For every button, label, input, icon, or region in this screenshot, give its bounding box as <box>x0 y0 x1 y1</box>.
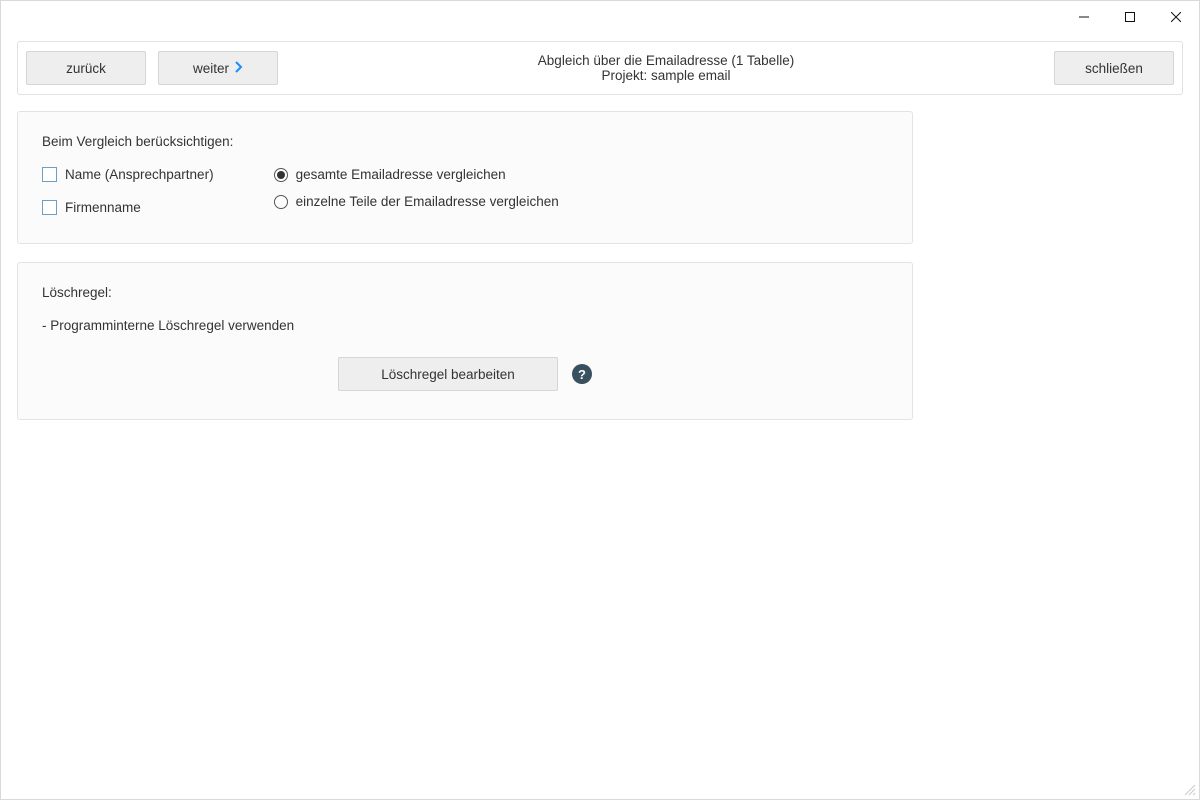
edit-delete-rule-label: Löschregel bearbeiten <box>381 367 515 382</box>
maximize-icon <box>1125 12 1135 22</box>
wizard-toolbar: zurück weiter Abgleich über die Emailadr… <box>17 41 1183 95</box>
delete-rule-line: - Programminterne Löschregel verwenden <box>42 318 888 333</box>
close-window-button[interactable] <box>1153 1 1199 33</box>
compare-panel: Beim Vergleich berücksichtigen: Name (An… <box>17 111 913 244</box>
close-icon <box>1171 12 1181 22</box>
compare-panel-heading: Beim Vergleich berücksichtigen: <box>42 134 888 149</box>
radio-full-label: gesamte Emailadresse vergleichen <box>296 167 506 182</box>
delete-rule-heading: Löschregel: <box>42 285 888 300</box>
content-area: Beim Vergleich berücksichtigen: Name (An… <box>17 111 913 420</box>
radio-parts-label: einzelne Teile der Emailadresse vergleic… <box>296 194 559 209</box>
radio-full-row: gesamte Emailadresse vergleichen <box>274 167 559 182</box>
titlebar <box>1 1 1199 33</box>
wizard-project: Projekt: sample email <box>601 68 730 83</box>
radio-full[interactable] <box>274 168 288 182</box>
app-window: zurück weiter Abgleich über die Emailadr… <box>0 0 1200 800</box>
wizard-title: Abgleich über die Emailadresse (1 Tabell… <box>538 53 794 68</box>
close-button[interactable]: schließen <box>1054 51 1174 85</box>
edit-delete-rule-button[interactable]: Löschregel bearbeiten <box>338 357 558 391</box>
back-button[interactable]: zurück <box>26 51 146 85</box>
forward-button[interactable]: weiter <box>158 51 278 85</box>
check-name-row: Name (Ansprechpartner) <box>42 167 214 182</box>
delete-rule-panel: Löschregel: - Programminterne Löschregel… <box>17 262 913 420</box>
help-icon[interactable]: ? <box>572 364 592 384</box>
help-icon-glyph: ? <box>578 367 586 382</box>
minimize-button[interactable] <box>1061 1 1107 33</box>
back-button-label: zurück <box>66 61 106 76</box>
resize-grip-icon[interactable] <box>1182 782 1196 796</box>
check-company-label: Firmenname <box>65 200 141 215</box>
maximize-button[interactable] <box>1107 1 1153 33</box>
wizard-title-block: Abgleich über die Emailadresse (1 Tabell… <box>290 53 1042 83</box>
forward-button-label: weiter <box>193 61 229 76</box>
check-company-row: Firmenname <box>42 200 214 215</box>
check-company-checkbox[interactable] <box>42 200 57 215</box>
close-button-label: schließen <box>1085 61 1143 76</box>
radio-parts-row: einzelne Teile der Emailadresse vergleic… <box>274 194 559 209</box>
chevron-right-icon <box>235 61 243 75</box>
radio-parts[interactable] <box>274 195 288 209</box>
delete-rule-lines: - Programminterne Löschregel verwenden <box>42 318 888 333</box>
check-name-label: Name (Ansprechpartner) <box>65 167 214 182</box>
check-name-checkbox[interactable] <box>42 167 57 182</box>
minimize-icon <box>1079 12 1089 22</box>
